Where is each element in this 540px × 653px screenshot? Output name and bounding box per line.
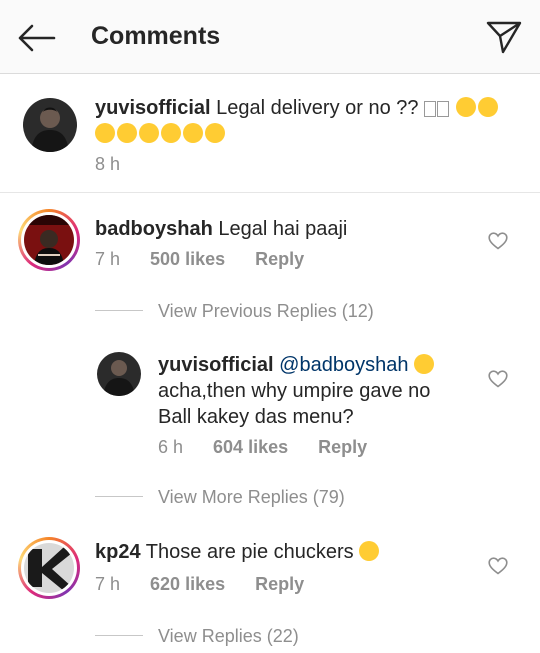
reply-time: 6 h — [158, 437, 184, 457]
reply-meta: 6 h 604 likes Reply — [158, 437, 367, 458]
thinking-face-emoji-icon — [477, 97, 498, 117]
reply-text: yuvisofficial @badboyshah acha,then why … — [158, 352, 478, 430]
reply-body-line2: Ball kakey das menu? — [158, 406, 354, 428]
thinking-face-emoji-icon — [95, 123, 115, 143]
thinking-face-emoji-icon — [117, 123, 137, 143]
replies-divider-line — [95, 635, 143, 636]
comment-username[interactable]: badboyshah — [95, 218, 213, 240]
view-more-replies-link[interactable]: View More Replies (79) — [158, 487, 345, 508]
rofl-emoji-icon — [183, 123, 203, 143]
avatar-yuvisofficial[interactable] — [23, 98, 77, 152]
comment-meta: 7 h 620 likes Reply — [95, 574, 304, 595]
replies-divider-line — [95, 496, 143, 497]
thinking-face-emoji-icon — [455, 97, 476, 117]
comment-username[interactable]: kp24 — [95, 541, 141, 563]
caption-text: yuvisofficial Legal delivery or no ?? — [95, 95, 515, 147]
comment-likes[interactable]: 500 likes — [150, 249, 225, 270]
avatar-kp24[interactable] — [18, 537, 80, 599]
comment-text: badboyshah Legal hai paaji — [95, 216, 347, 242]
rofl-emoji-icon — [161, 123, 181, 143]
comment-body: Those are pie chuckers — [145, 541, 354, 563]
like-button[interactable] — [487, 231, 509, 251]
grinning-squinting-emoji-icon — [359, 541, 380, 561]
heart-icon — [488, 557, 508, 575]
page-title: Comments — [91, 22, 221, 50]
share-button[interactable] — [484, 19, 524, 55]
avatar-badboyshah[interactable] — [18, 209, 80, 271]
like-button[interactable] — [487, 369, 509, 389]
caption-divider — [0, 192, 540, 193]
comment-meta: 7 h 500 likes Reply — [95, 249, 304, 270]
reply-likes[interactable]: 604 likes — [213, 437, 288, 458]
comment-likes[interactable]: 620 likes — [150, 574, 225, 595]
like-button[interactable] — [487, 556, 509, 576]
reply-button[interactable]: Reply — [318, 437, 367, 458]
caption-username[interactable]: yuvisofficial — [95, 97, 211, 119]
view-previous-replies-link[interactable]: View Previous Replies (12) — [158, 301, 374, 322]
reply-body-line1: acha,then why umpire gave no — [158, 380, 431, 402]
header-bar: Comments — [0, 0, 540, 74]
grinning-squinting-emoji-icon — [414, 354, 435, 374]
unknown-glyph-icon — [437, 101, 450, 117]
comment-body: Legal hai paaji — [218, 218, 348, 240]
heart-icon — [488, 370, 508, 388]
rofl-emoji-icon — [205, 123, 225, 143]
replies-divider-line — [95, 310, 143, 311]
unknown-glyph-icon — [424, 101, 437, 117]
reply-button[interactable]: Reply — [255, 249, 304, 270]
back-button[interactable] — [14, 20, 58, 56]
reply-button[interactable]: Reply — [255, 574, 304, 595]
comment-time: 7 h — [95, 249, 121, 269]
arrow-left-icon — [18, 24, 56, 52]
reply-username[interactable]: yuvisofficial — [158, 354, 274, 376]
reply-mention[interactable]: @badboyshah — [279, 354, 408, 376]
paper-plane-icon — [486, 21, 522, 54]
thinking-face-emoji-icon — [139, 123, 159, 143]
comment-time: 7 h — [95, 574, 121, 594]
heart-icon — [488, 232, 508, 250]
avatar-yuvisofficial[interactable] — [97, 352, 141, 396]
caption-body: Legal delivery or no ?? — [216, 97, 419, 119]
comment-text: kp24 Those are pie chuckers — [95, 539, 381, 565]
view-replies-link[interactable]: View Replies (22) — [158, 626, 299, 647]
caption-time: 8 h — [95, 154, 121, 174]
